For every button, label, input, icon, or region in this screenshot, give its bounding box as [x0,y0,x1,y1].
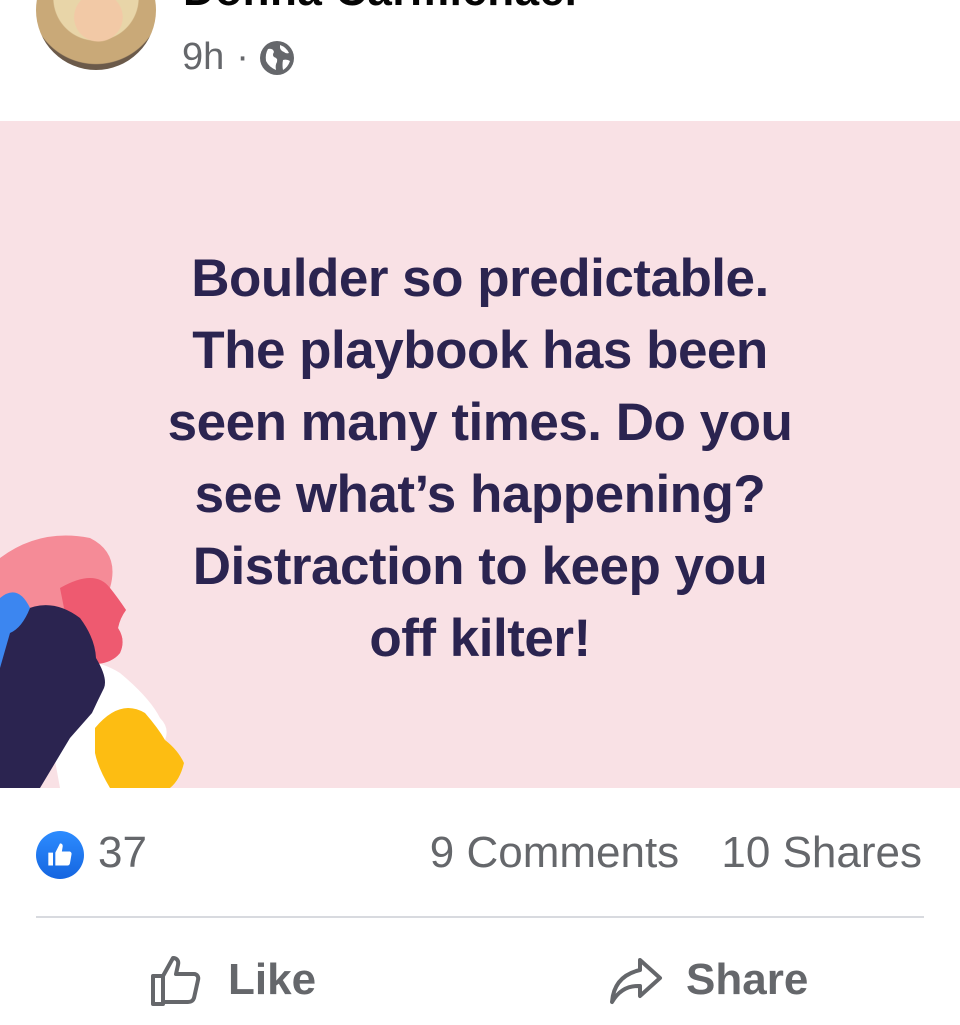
post-header: Donna Carmichael 9h · [0,0,960,121]
faces-illustration [0,535,184,788]
like-count[interactable]: 37 [98,828,147,878]
post-meta: 9h · [182,36,295,79]
share-button[interactable]: Share [608,948,808,1012]
author-name[interactable]: Donna Carmichael [183,0,577,16]
post-background: Boulder so predictable. The playbook has… [0,121,960,788]
engagement-stats: 37 9 Comments 10 Shares [36,828,922,882]
like-button[interactable]: Like [150,948,316,1012]
share-label: Share [686,955,809,1004]
shares-count[interactable]: 10 Shares [721,828,922,877]
comments-count[interactable]: 9 Comments [430,828,679,877]
like-label: Like [228,955,317,1004]
thumbs-up-icon[interactable] [36,831,84,879]
meta-separator: · [236,36,249,78]
globe-icon[interactable] [259,40,295,76]
avatar[interactable] [36,0,156,70]
share-arrow-icon [610,958,662,1004]
thumbs-up-icon [151,956,201,1006]
divider [36,916,924,918]
post-time[interactable]: 9h [182,36,224,79]
